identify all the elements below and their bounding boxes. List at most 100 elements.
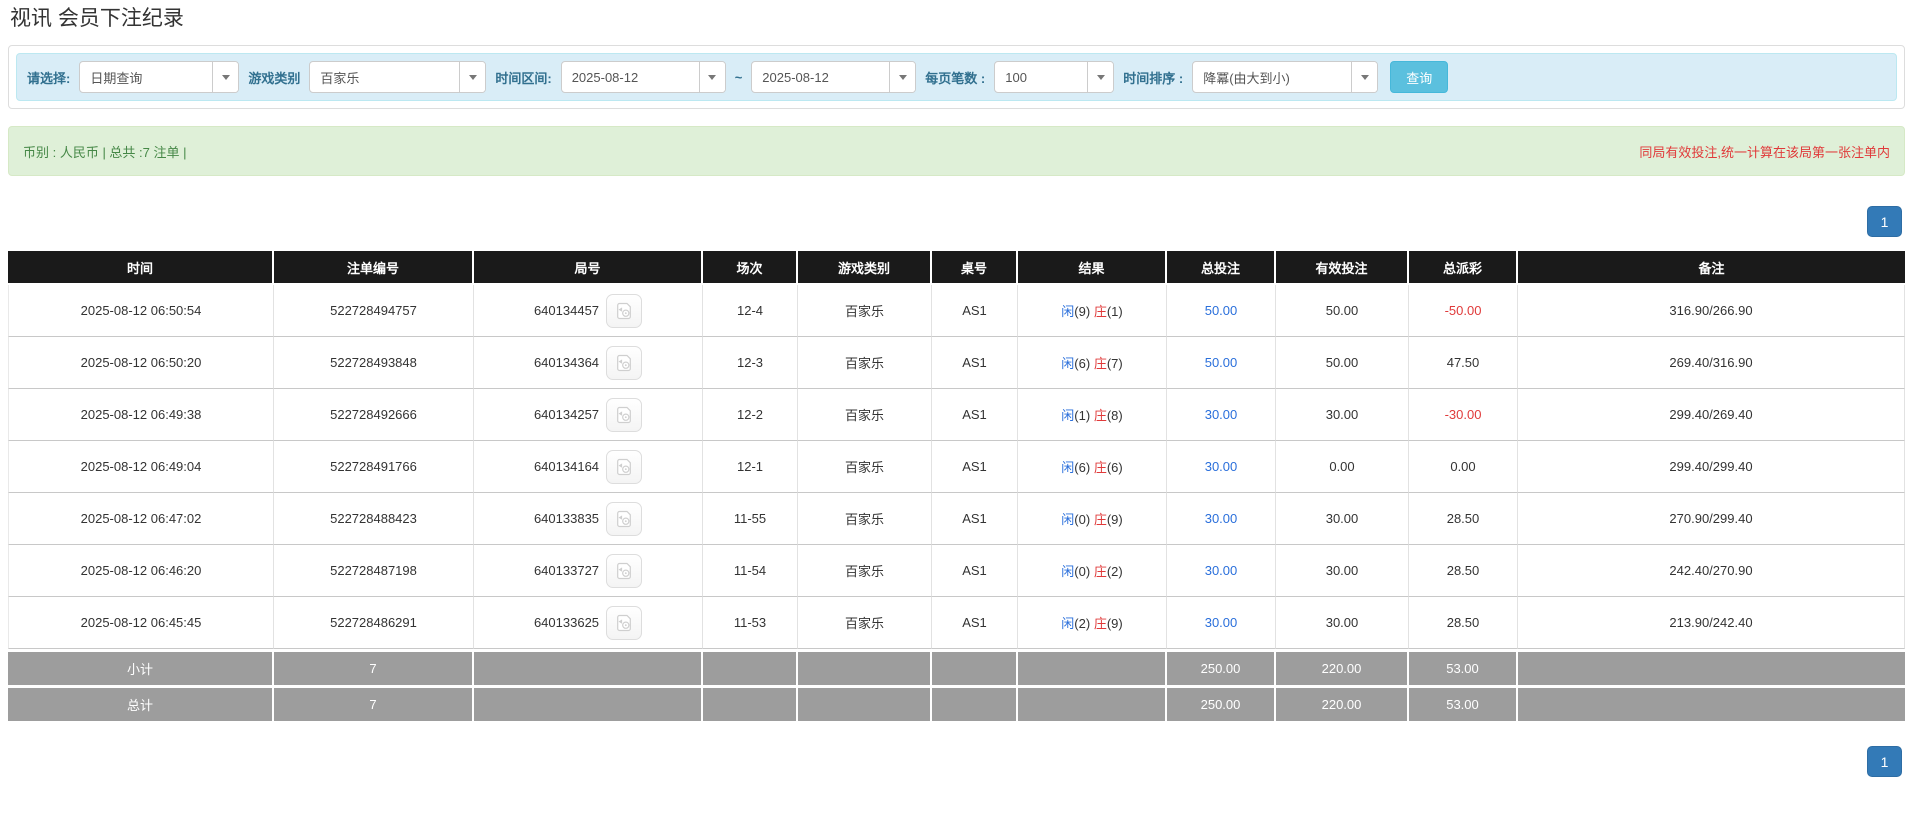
cell-time: 2025-08-12 06:49:04 bbox=[8, 441, 274, 493]
banker-result-label: 庄 bbox=[1094, 304, 1107, 319]
round-id: 640134364 bbox=[534, 355, 599, 370]
cell-table-no: AS1 bbox=[932, 545, 1018, 597]
banker-result-score: (6) bbox=[1107, 460, 1123, 475]
banker-result-label: 庄 bbox=[1094, 460, 1107, 475]
total-bet-link[interactable]: 30.00 bbox=[1205, 563, 1238, 578]
col-header-result: 结果 bbox=[1018, 251, 1167, 285]
cell-session: 12-2 bbox=[703, 389, 798, 441]
table-header-row: 时间 注单编号 局号 场次 游戏类别 桌号 结果 总投注 有效投注 总派彩 备注 bbox=[8, 251, 1905, 285]
col-header-payout: 总派彩 bbox=[1409, 251, 1518, 285]
cell-remark: 270.90/299.40 bbox=[1518, 493, 1905, 545]
total-payout: 53.00 bbox=[1409, 685, 1518, 721]
video-button[interactable] bbox=[606, 294, 642, 328]
banker-result-score: (7) bbox=[1107, 356, 1123, 371]
cell-total-bet: 50.00 bbox=[1167, 337, 1276, 389]
total-bet-link[interactable]: 30.00 bbox=[1205, 615, 1238, 630]
video-button[interactable] bbox=[606, 606, 642, 640]
table-row: 2025-08-12 06:49:04 522728491766 6401341… bbox=[8, 441, 1905, 493]
chevron-down-icon bbox=[889, 62, 915, 92]
total-bet-link[interactable]: 50.00 bbox=[1205, 355, 1238, 370]
cell-result: 闲(6) 庄(6) bbox=[1018, 441, 1167, 493]
cell-payout: 47.50 bbox=[1409, 337, 1518, 389]
page-size-select[interactable]: 100 bbox=[994, 61, 1114, 93]
subtotal-valid-bet: 220.00 bbox=[1276, 649, 1409, 685]
total-total-bet: 250.00 bbox=[1167, 685, 1276, 721]
cell-bet-id: 522728492666 bbox=[274, 389, 474, 441]
cell-round-id: 640133835 bbox=[474, 493, 703, 545]
cell-bet-id: 522728491766 bbox=[274, 441, 474, 493]
cell-result: 闲(1) 庄(8) bbox=[1018, 389, 1167, 441]
banker-result-score: (2) bbox=[1107, 564, 1123, 579]
video-file-icon bbox=[614, 301, 634, 321]
cell-round-id: 640134257 bbox=[474, 389, 703, 441]
total-bet-link[interactable]: 50.00 bbox=[1205, 303, 1238, 318]
time-sort-value: 降冪(由大到小) bbox=[1193, 62, 1351, 92]
banker-result-score: (1) bbox=[1107, 304, 1123, 319]
date-to-select[interactable]: 2025-08-12 bbox=[751, 61, 916, 93]
date-to-value: 2025-08-12 bbox=[752, 62, 889, 92]
player-result-label: 闲 bbox=[1061, 408, 1074, 423]
cell-remark: 242.40/270.90 bbox=[1518, 545, 1905, 597]
player-result-label: 闲 bbox=[1061, 616, 1074, 631]
cell-game-type: 百家乐 bbox=[798, 389, 932, 441]
page-1-button[interactable]: 1 bbox=[1867, 746, 1902, 777]
time-sort-select[interactable]: 降冪(由大到小) bbox=[1192, 61, 1378, 93]
cell-table-no: AS1 bbox=[932, 389, 1018, 441]
video-button[interactable] bbox=[606, 346, 642, 380]
col-header-round-id: 局号 bbox=[474, 251, 703, 285]
date-from-select[interactable]: 2025-08-12 bbox=[561, 61, 726, 93]
banker-result-label: 庄 bbox=[1094, 564, 1107, 579]
col-header-session: 场次 bbox=[703, 251, 798, 285]
time-sort-label: 时间排序 : bbox=[1123, 68, 1183, 87]
round-id: 640133625 bbox=[534, 615, 599, 630]
cell-time: 2025-08-12 06:45:45 bbox=[8, 597, 274, 649]
cell-table-no: AS1 bbox=[932, 441, 1018, 493]
video-button[interactable] bbox=[606, 398, 642, 432]
chevron-down-icon bbox=[212, 62, 238, 92]
query-type-select[interactable]: 日期查询 bbox=[79, 61, 239, 93]
cell-game-type: 百家乐 bbox=[798, 441, 932, 493]
banker-result-score: (8) bbox=[1107, 408, 1123, 423]
table-body: 2025-08-12 06:50:54 522728494757 6401344… bbox=[8, 285, 1905, 649]
video-button[interactable] bbox=[606, 450, 642, 484]
banker-result-label: 庄 bbox=[1094, 408, 1107, 423]
cell-round-id: 640134457 bbox=[474, 285, 703, 337]
cell-valid-bet: 50.00 bbox=[1276, 285, 1409, 337]
cell-valid-bet: 30.00 bbox=[1276, 493, 1409, 545]
cell-bet-id: 522728493848 bbox=[274, 337, 474, 389]
cell-valid-bet: 30.00 bbox=[1276, 545, 1409, 597]
player-result-label: 闲 bbox=[1061, 460, 1074, 475]
cell-bet-id: 522728486291 bbox=[274, 597, 474, 649]
info-bar: 币别 : 人民币 | 总共 :7 注单 | 同局有效投注,统一计算在该局第一张注… bbox=[8, 126, 1905, 176]
total-bet-link[interactable]: 30.00 bbox=[1205, 407, 1238, 422]
round-id: 640133835 bbox=[534, 511, 599, 526]
cell-total-bet: 30.00 bbox=[1167, 389, 1276, 441]
player-result-score: (1) bbox=[1074, 408, 1090, 423]
round-id: 640133727 bbox=[534, 563, 599, 578]
cell-time: 2025-08-12 06:47:02 bbox=[8, 493, 274, 545]
cell-session: 12-1 bbox=[703, 441, 798, 493]
cell-time: 2025-08-12 06:49:38 bbox=[8, 389, 274, 441]
cell-round-id: 640133625 bbox=[474, 597, 703, 649]
cell-session: 12-3 bbox=[703, 337, 798, 389]
video-button[interactable] bbox=[606, 554, 642, 588]
cell-payout: -30.00 bbox=[1409, 389, 1518, 441]
cell-table-no: AS1 bbox=[932, 285, 1018, 337]
page-1-button[interactable]: 1 bbox=[1867, 206, 1902, 237]
cell-total-bet: 30.00 bbox=[1167, 597, 1276, 649]
cell-session: 11-53 bbox=[703, 597, 798, 649]
chevron-down-icon bbox=[1351, 62, 1377, 92]
player-result-score: (0) bbox=[1074, 564, 1090, 579]
date-from-value: 2025-08-12 bbox=[562, 62, 699, 92]
cell-game-type: 百家乐 bbox=[798, 545, 932, 597]
table-row: 2025-08-12 06:46:20 522728487198 6401337… bbox=[8, 545, 1905, 597]
col-header-valid-bet: 有效投注 bbox=[1276, 251, 1409, 285]
date-range-label: 时间区间: bbox=[495, 68, 551, 87]
search-button[interactable]: 查询 bbox=[1390, 61, 1448, 93]
video-button[interactable] bbox=[606, 502, 642, 536]
game-type-select[interactable]: 百家乐 bbox=[309, 61, 486, 93]
page-size-label: 每页笔数 : bbox=[925, 68, 985, 87]
cell-bet-id: 522728494757 bbox=[274, 285, 474, 337]
total-bet-link[interactable]: 30.00 bbox=[1205, 459, 1238, 474]
total-bet-link[interactable]: 30.00 bbox=[1205, 511, 1238, 526]
